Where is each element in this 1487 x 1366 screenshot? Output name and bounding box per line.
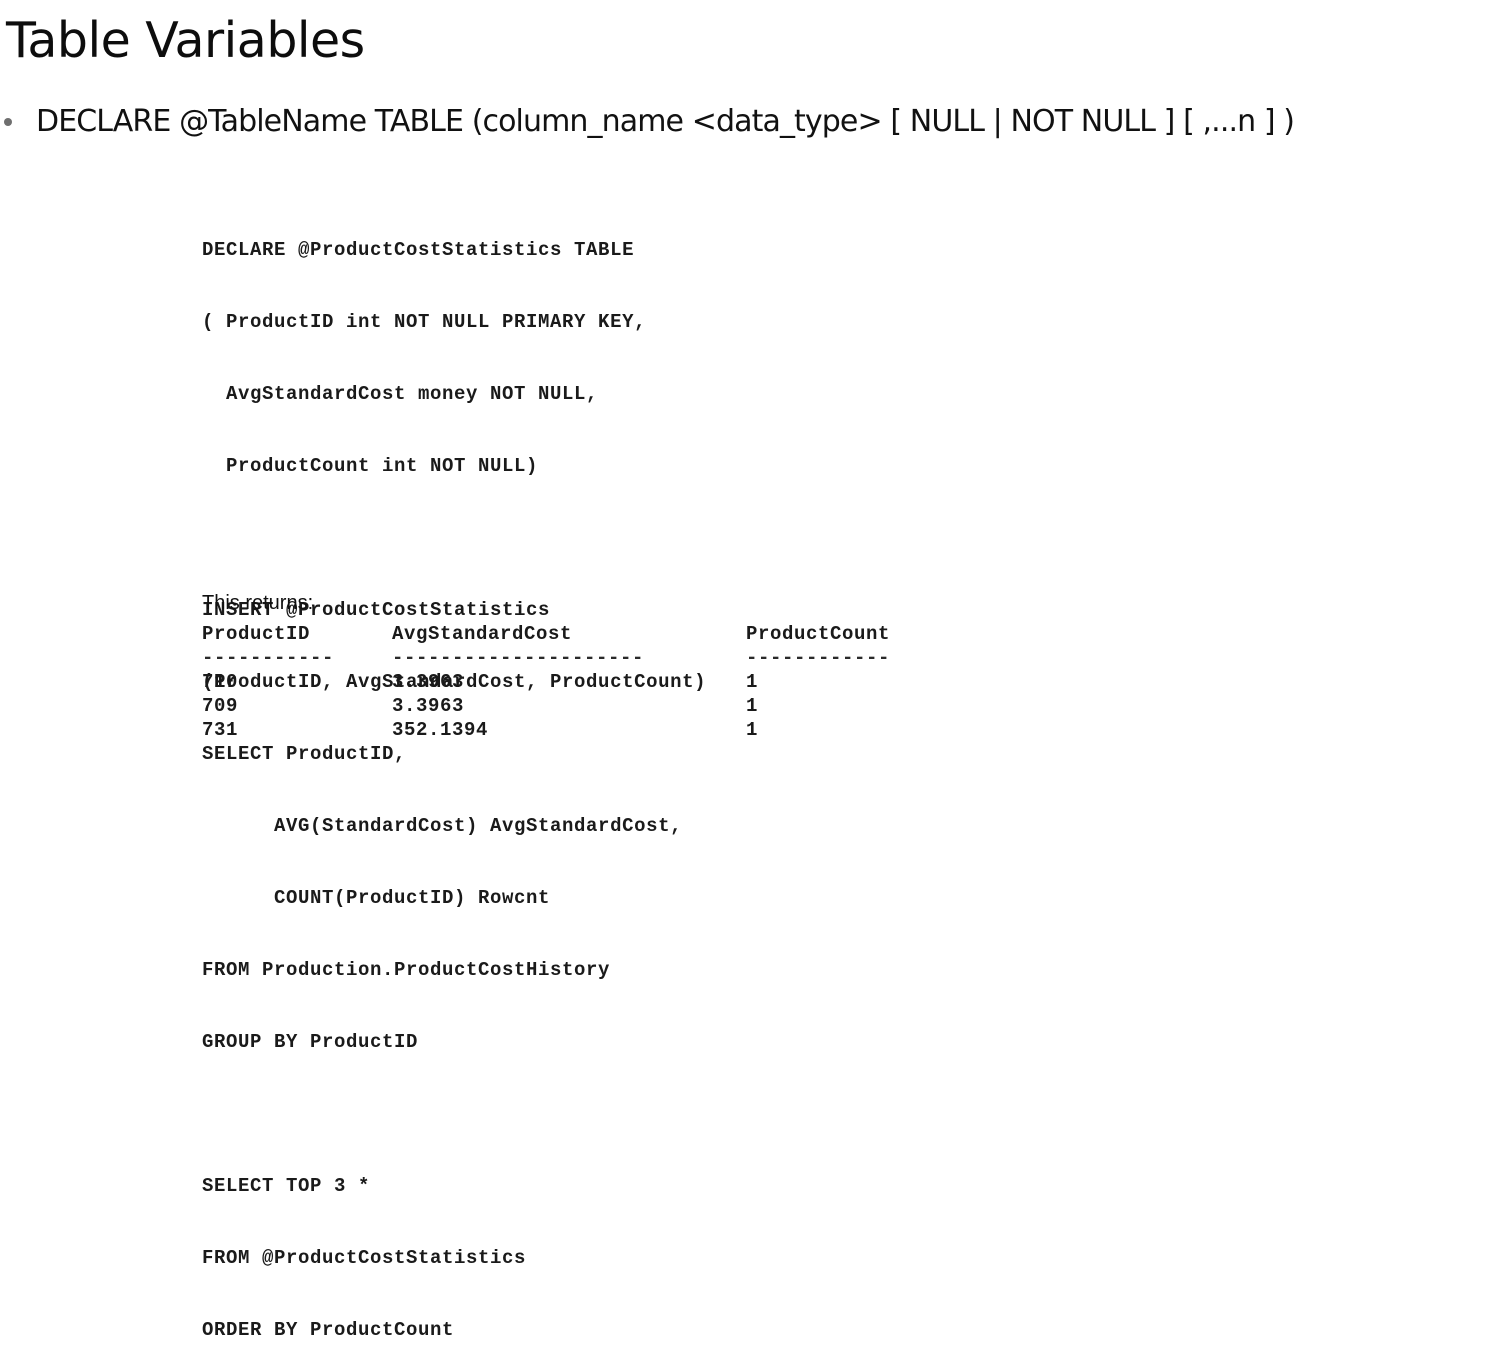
syntax-bullet: DECLARE @TableName TABLE (column_name <d… [0,100,1295,144]
header-avg-standard-cost: AvgStandardCost [392,623,573,645]
result-header-row: ProductID AvgStandardCost ProductCount [202,622,946,646]
cell-product-count: 1 [746,695,759,717]
header-product-id: ProductID [202,623,311,645]
cell-product-count: 1 [746,671,759,693]
result-row: 710 3.3963 1 [202,670,946,694]
cell-product-id: 709 [202,695,239,717]
code-line: FROM @ProductCostStatistics [202,1247,527,1269]
syntax-text: DECLARE @TableName TABLE (column_name <d… [36,104,1295,139]
cell-product-count: 1 [746,719,759,741]
separator: --------------------- [392,647,645,669]
code-block: DECLARE @ProductCostStatistics TABLE ( P… [202,190,706,1366]
result-table: ProductID AvgStandardCost ProductCount -… [202,622,946,742]
slide-title: Table Variables [6,12,365,69]
code-line: COUNT(ProductID) Rowcnt [202,887,551,909]
code-line: ( ProductID int NOT NULL PRIMARY KEY, [202,311,647,333]
cell-product-id: 710 [202,671,239,693]
code-line: SELECT TOP 3 * [202,1175,371,1197]
code-line: AVG(StandardCost) AvgStandardCost, [202,815,683,837]
code-line: DECLARE @ProductCostStatistics TABLE [202,239,635,261]
code-line: ProductCount int NOT NULL) [202,455,539,477]
code-line: SELECT ProductID, [202,743,407,765]
separator: ------------ [746,647,891,669]
code-line: FROM Production.ProductCostHistory [202,959,611,981]
cell-avg-standard-cost: 3.3963 [392,671,465,693]
returns-label: This returns: [202,592,314,614]
cell-avg-standard-cost: 3.3963 [392,695,465,717]
result-separator-row: ----------- --------------------- ------… [202,646,946,670]
cell-avg-standard-cost: 352.1394 [392,719,489,741]
bullet-dot-icon [4,118,12,126]
result-row: 731 352.1394 1 [202,718,946,742]
code-line: GROUP BY ProductID [202,1031,419,1053]
code-line: AvgStandardCost money NOT NULL, [202,383,599,405]
code-line: ORDER BY ProductCount [202,1319,455,1341]
header-product-count: ProductCount [746,623,891,645]
cell-product-id: 731 [202,719,239,741]
result-row: 709 3.3963 1 [202,694,946,718]
separator: ----------- [202,647,335,669]
